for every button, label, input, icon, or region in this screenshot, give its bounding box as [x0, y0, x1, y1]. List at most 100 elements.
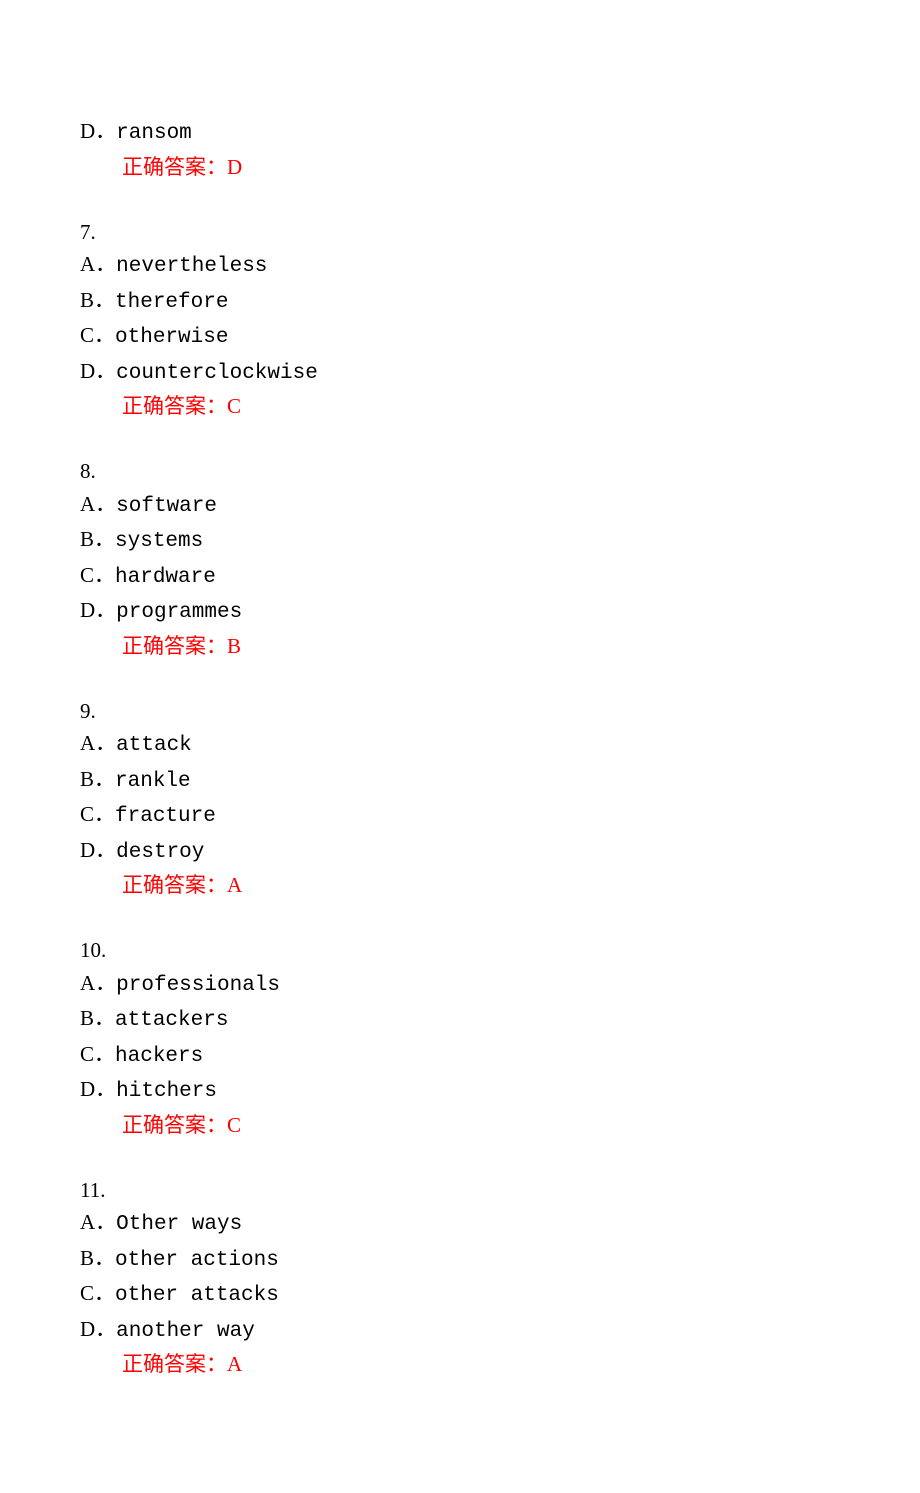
option-line: A．Other ways	[80, 1206, 840, 1242]
option-line: B．systems	[80, 523, 840, 559]
option-letter: D	[80, 598, 95, 622]
option-dot: ．	[95, 971, 116, 995]
option-dot: ．	[95, 731, 116, 755]
question-block: 8.A．softwareB．systemsC．hardwareD．program…	[80, 455, 840, 662]
option-letter: A	[80, 492, 95, 516]
option-dot: ．	[94, 1006, 115, 1030]
answer-value: C	[227, 394, 241, 418]
option-dot: ．	[95, 252, 116, 276]
answer-label: 正确答案：	[122, 634, 227, 658]
option-dot: ．	[94, 1042, 115, 1066]
option-dot: ．	[95, 492, 116, 516]
option-line: C．hackers	[80, 1038, 840, 1074]
answer-line: 正确答案：A	[80, 869, 840, 902]
question-block: 11.A．Other waysB．other actionsC．other at…	[80, 1174, 840, 1381]
option-text: Other ways	[116, 1213, 242, 1236]
option-letter: B	[80, 1246, 94, 1270]
option-dot: ．	[95, 359, 116, 383]
question-number: 7.	[80, 216, 840, 249]
option-dot: ．	[95, 598, 116, 622]
option-line: D．destroy	[80, 834, 840, 870]
answer-value: A	[227, 1352, 242, 1376]
option-dot: ．	[95, 1210, 116, 1234]
option-letter: B	[80, 1006, 94, 1030]
option-letter: D	[80, 1077, 95, 1101]
option-dot: ．	[94, 802, 115, 826]
option-letter: D	[80, 838, 95, 862]
option-line: D．ransom	[80, 115, 840, 151]
option-line: D．hitchers	[80, 1073, 840, 1109]
option-text: otherwise	[115, 326, 228, 349]
option-dot: ．	[94, 288, 115, 312]
option-line: C．otherwise	[80, 319, 840, 355]
option-dot: ．	[94, 323, 115, 347]
option-letter: C	[80, 1281, 94, 1305]
option-line: C．other attacks	[80, 1277, 840, 1313]
questions-container: 7.A．neverthelessB．thereforeC．otherwiseD．…	[80, 216, 840, 1381]
option-text: other actions	[115, 1249, 279, 1272]
option-letter: B	[80, 767, 94, 791]
question-number: 11.	[80, 1174, 840, 1207]
option-letter: C	[80, 563, 94, 587]
option-line: C．hardware	[80, 559, 840, 595]
option-dot: ．	[95, 1317, 116, 1341]
answer-line: 正确答案：A	[80, 1348, 840, 1381]
option-letter: A	[80, 731, 95, 755]
option-line: A．professionals	[80, 967, 840, 1003]
option-text: programmes	[116, 601, 242, 624]
option-line: B．other actions	[80, 1242, 840, 1278]
question-block: 10.A．professionalsB．attackersC．hackersD．…	[80, 934, 840, 1141]
option-letter: D	[80, 1317, 95, 1341]
answer-label: 正确答案：	[122, 394, 227, 418]
option-letter: A	[80, 252, 95, 276]
option-letter: C	[80, 1042, 94, 1066]
option-text: professionals	[116, 974, 280, 997]
option-letter: C	[80, 323, 94, 347]
option-line: A．attack	[80, 727, 840, 763]
option-letter: A	[80, 971, 95, 995]
option-text: attackers	[115, 1009, 228, 1032]
option-dot: ．	[94, 767, 115, 791]
option-text: hitchers	[116, 1080, 217, 1103]
option-line: A．software	[80, 488, 840, 524]
option-text: nevertheless	[116, 255, 267, 278]
option-text: systems	[115, 530, 203, 553]
option-text: counterclockwise	[116, 362, 318, 385]
document-page: D．ransom 正确答案：D 7.A．neverthelessB．theref…	[0, 0, 920, 1493]
option-text: hardware	[115, 566, 216, 589]
answer-value: B	[227, 634, 241, 658]
option-line: B．rankle	[80, 763, 840, 799]
option-text: hackers	[115, 1045, 203, 1068]
answer-line: 正确答案：C	[80, 1109, 840, 1142]
option-dot: ．	[94, 1246, 115, 1270]
answer-line: 正确答案：C	[80, 390, 840, 423]
option-text: attack	[116, 734, 192, 757]
answer-value: D	[227, 155, 242, 179]
question-number: 8.	[80, 455, 840, 488]
option-text: software	[116, 495, 217, 518]
option-line: B．attackers	[80, 1002, 840, 1038]
option-dot: ．	[94, 563, 115, 587]
option-line: B．therefore	[80, 284, 840, 320]
option-letter: D	[80, 119, 95, 143]
leading-block: D．ransom 正确答案：D	[80, 115, 840, 183]
option-line: D．another way	[80, 1313, 840, 1349]
option-text: ransom	[116, 122, 192, 145]
option-dot: ．	[94, 1281, 115, 1305]
option-text: rankle	[115, 770, 191, 793]
option-letter: B	[80, 527, 94, 551]
answer-value: C	[227, 1113, 241, 1137]
option-letter: C	[80, 802, 94, 826]
answer-line: 正确答案：D	[80, 151, 840, 184]
option-text: other attacks	[115, 1284, 279, 1307]
option-dot: ．	[95, 1077, 116, 1101]
option-line: A．nevertheless	[80, 248, 840, 284]
option-text: destroy	[116, 841, 204, 864]
question-number: 10.	[80, 934, 840, 967]
option-letter: D	[80, 359, 95, 383]
answer-label: 正确答案：	[122, 1352, 227, 1376]
option-text: another way	[116, 1320, 255, 1343]
option-dot: ．	[94, 527, 115, 551]
option-text: fracture	[115, 805, 216, 828]
option-dot: ．	[95, 838, 116, 862]
